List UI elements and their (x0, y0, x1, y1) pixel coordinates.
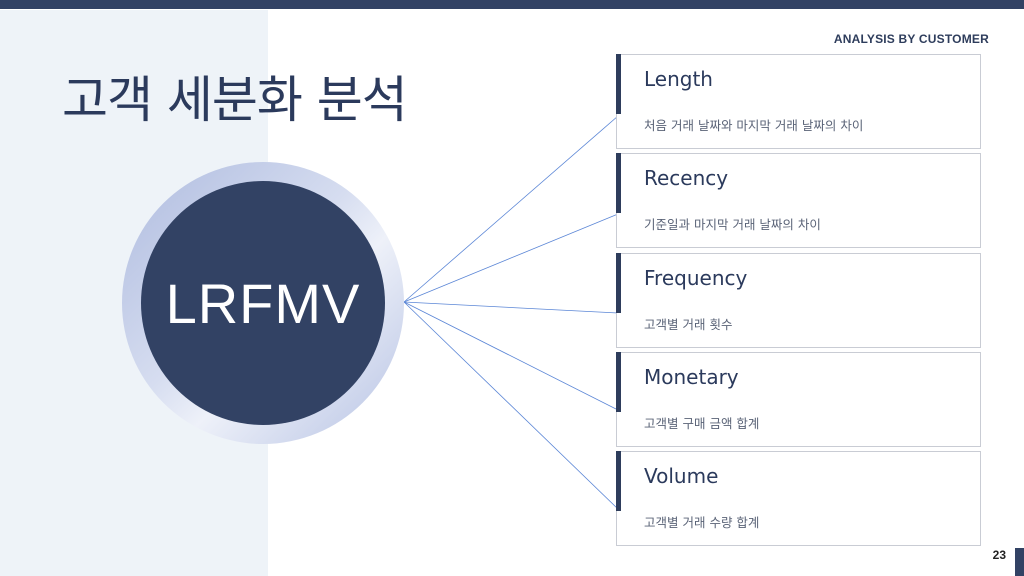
card-title: Volume (644, 464, 719, 488)
card-accent (616, 54, 621, 114)
card-description: 기준일과 마지막 거래 날짜의 차이 (644, 217, 821, 232)
card-description: 고객별 거래 횟수 (644, 317, 733, 332)
connector-frequency (403, 301, 619, 314)
card-accent (616, 352, 621, 412)
card-accent (616, 253, 621, 313)
card-title: Recency (644, 166, 729, 190)
card-title: Monetary (644, 365, 739, 389)
card-description: 고객별 구매 금액 합계 (644, 416, 760, 431)
card-length: Length 처음 거래 날짜와 마지막 거래 날짜의 차이 (616, 54, 981, 149)
lrfmv-circle: LRFMV (141, 181, 385, 425)
connector-volume (403, 301, 619, 510)
connector-length (403, 115, 619, 303)
card-accent (616, 451, 621, 511)
card-monetary: Monetary 고객별 구매 금액 합계 (616, 352, 981, 447)
card-title: Frequency (644, 266, 748, 290)
card-title: Length (644, 67, 713, 91)
card-accent (616, 153, 621, 213)
connector-monetary (403, 301, 619, 411)
card-description: 처음 거래 날짜와 마지막 거래 날짜의 차이 (644, 118, 864, 133)
connector-recency (403, 213, 619, 303)
card-description: 고객별 거래 수량 합계 (644, 515, 760, 530)
page-marker (1015, 548, 1024, 576)
card-frequency: Frequency 고객별 거래 횟수 (616, 253, 981, 348)
card-recency: Recency 기준일과 마지막 거래 날짜의 차이 (616, 153, 981, 248)
card-volume: Volume 고객별 거래 수량 합계 (616, 451, 981, 546)
page-number: 23 (992, 548, 1006, 562)
lrfmv-label: LRFMV (165, 271, 361, 335)
